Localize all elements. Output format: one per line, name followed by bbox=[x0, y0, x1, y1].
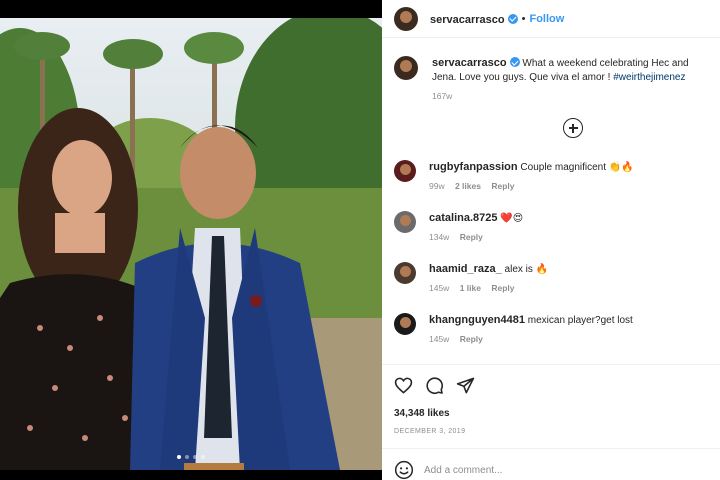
caption-author-avatar[interactable] bbox=[394, 56, 418, 80]
comment-emoji: 👏🔥 bbox=[608, 162, 634, 173]
follow-button[interactable]: Follow bbox=[529, 13, 564, 25]
comment-emoji: ❤️😍 bbox=[500, 213, 524, 224]
divider bbox=[382, 448, 720, 449]
commenter-username[interactable]: catalina.8725 bbox=[429, 212, 498, 224]
reply-button[interactable]: Reply bbox=[460, 334, 483, 344]
comment-likes[interactable]: 1 like bbox=[460, 283, 481, 293]
add-comment-bar bbox=[394, 460, 714, 480]
carousel-dot bbox=[185, 455, 189, 459]
comment-item: rugbyfanpassion Couple magnificent 👏🔥 99… bbox=[394, 160, 712, 193]
verified-badge-icon bbox=[507, 13, 518, 24]
comment-text: alex is bbox=[504, 264, 533, 275]
divider bbox=[382, 364, 720, 365]
plus-circle-icon[interactable] bbox=[563, 118, 583, 138]
comment-age: 99w bbox=[429, 181, 445, 191]
commenter-avatar[interactable] bbox=[394, 262, 416, 284]
commenter-avatar[interactable] bbox=[394, 211, 416, 233]
post-actions bbox=[394, 376, 475, 395]
post-date: DECEMBER 3, 2019 bbox=[394, 428, 466, 435]
comment-likes[interactable]: 2 likes bbox=[455, 181, 481, 191]
comment-item: catalina.8725 ❤️😍 134w Reply bbox=[394, 211, 712, 244]
smiley-icon[interactable] bbox=[394, 460, 414, 480]
likes-count[interactable]: 34,348 likes bbox=[394, 408, 450, 419]
comment-age: 145w bbox=[429, 334, 450, 344]
carousel-dot bbox=[193, 455, 197, 459]
reply-button[interactable]: Reply bbox=[491, 181, 514, 191]
commenter-username[interactable]: khangnguyen4481 bbox=[429, 314, 525, 326]
commenter-avatar[interactable] bbox=[394, 313, 416, 335]
post-side-panel: servacarrasco • Follow servacarrasco Wha… bbox=[382, 0, 720, 480]
comment-bubble-icon[interactable] bbox=[425, 376, 444, 395]
reply-button[interactable]: Reply bbox=[460, 232, 483, 242]
post-caption: servacarrasco What a weekend celebrating… bbox=[394, 56, 712, 103]
comment-item: khangnguyen4481 mexican player?get lost … bbox=[394, 313, 712, 346]
comment-age: 134w bbox=[429, 232, 450, 242]
paper-plane-icon[interactable] bbox=[456, 376, 475, 395]
commenter-username[interactable]: rugbyfanpassion bbox=[429, 161, 518, 173]
post-photo-pane[interactable] bbox=[0, 0, 382, 480]
carousel-dot bbox=[201, 455, 205, 459]
post-header: servacarrasco • Follow bbox=[382, 0, 720, 38]
verified-badge-icon bbox=[509, 57, 520, 67]
comment-emoji: 🔥 bbox=[535, 264, 549, 275]
carousel-dot bbox=[177, 455, 181, 459]
heart-outline-icon[interactable] bbox=[394, 376, 413, 395]
caption-username[interactable]: servacarrasco bbox=[432, 57, 507, 69]
reply-button[interactable]: Reply bbox=[491, 283, 514, 293]
caption-age: 167w bbox=[432, 91, 453, 101]
carousel-indicator bbox=[0, 455, 382, 459]
add-comment-input[interactable] bbox=[424, 464, 684, 476]
author-username[interactable]: servacarrasco bbox=[430, 10, 505, 28]
comment-item: haamid_raza_ alex is 🔥 145w 1 like Reply bbox=[394, 262, 712, 295]
author-avatar[interactable] bbox=[394, 6, 418, 31]
comment-text: Couple magnificent bbox=[520, 162, 607, 173]
comment-text: mexican player?get lost bbox=[527, 315, 633, 326]
commenter-avatar[interactable] bbox=[394, 160, 416, 182]
separator: • bbox=[521, 12, 526, 25]
commenter-username[interactable]: haamid_raza_ bbox=[429, 263, 502, 275]
post-photo[interactable] bbox=[0, 18, 382, 470]
caption-hashtag[interactable]: #weirthejimenez bbox=[613, 72, 685, 83]
comment-age: 145w bbox=[429, 283, 450, 293]
